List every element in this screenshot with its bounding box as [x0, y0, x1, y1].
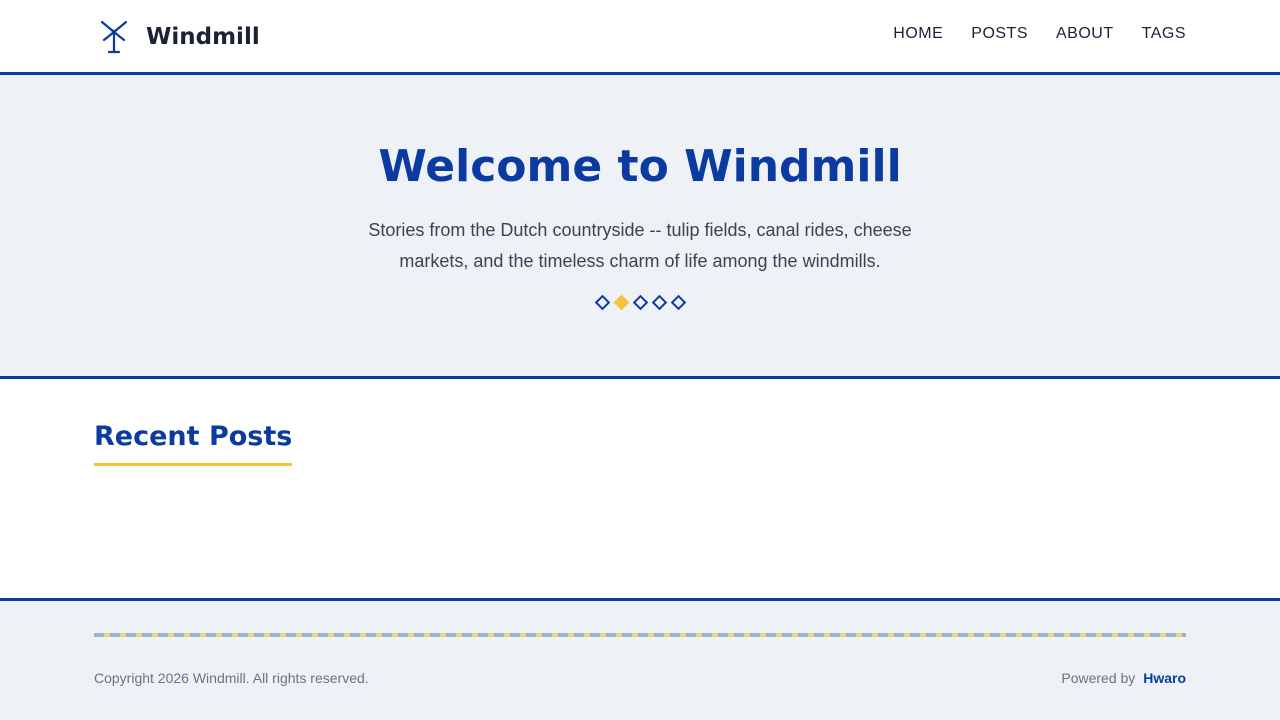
powered-by-label: Powered by: [1061, 670, 1136, 686]
windmill-icon: [99, 20, 129, 54]
site-title: Windmill: [146, 24, 260, 50]
footer-divider: [94, 633, 1186, 637]
site-header: Windmill HOME POSTS ABOUT TAGS: [0, 0, 1280, 75]
powered-by: Powered by Hwaro: [1061, 669, 1186, 687]
nav-about-link[interactable]: ABOUT: [1056, 24, 1114, 44]
hero-subtitle: Stories from the Dutch countryside -- tu…: [368, 220, 912, 271]
recent-posts-heading: Recent Posts: [94, 419, 293, 466]
carousel-dot-3[interactable]: [632, 294, 648, 311]
nav-home-link[interactable]: HOME: [893, 24, 943, 44]
hero-title: Welcome to Windmill: [378, 141, 902, 192]
carousel-indicators: [0, 294, 1280, 311]
carousel-dot-2[interactable]: [613, 294, 629, 311]
carousel-dot-1[interactable]: [594, 294, 610, 311]
carousel-dot-5[interactable]: [670, 294, 686, 311]
hwaro-link[interactable]: Hwaro: [1143, 670, 1186, 686]
site-footer: Copyright 2026 Windmill. All rights rese…: [0, 598, 1280, 720]
recent-posts-section: Recent Posts: [0, 379, 1280, 599]
copyright-text: Copyright 2026 Windmill. All rights rese…: [94, 670, 369, 686]
nav-posts-link[interactable]: POSTS: [971, 24, 1028, 44]
carousel-dot-4[interactable]: [651, 294, 667, 311]
hero-section: Welcome to Windmill Stories from the Dut…: [0, 75, 1280, 379]
logo-link[interactable]: Windmill: [99, 20, 260, 54]
nav-tags-link[interactable]: TAGS: [1142, 24, 1186, 44]
main-nav: HOME POSTS ABOUT TAGS: [893, 24, 1186, 44]
